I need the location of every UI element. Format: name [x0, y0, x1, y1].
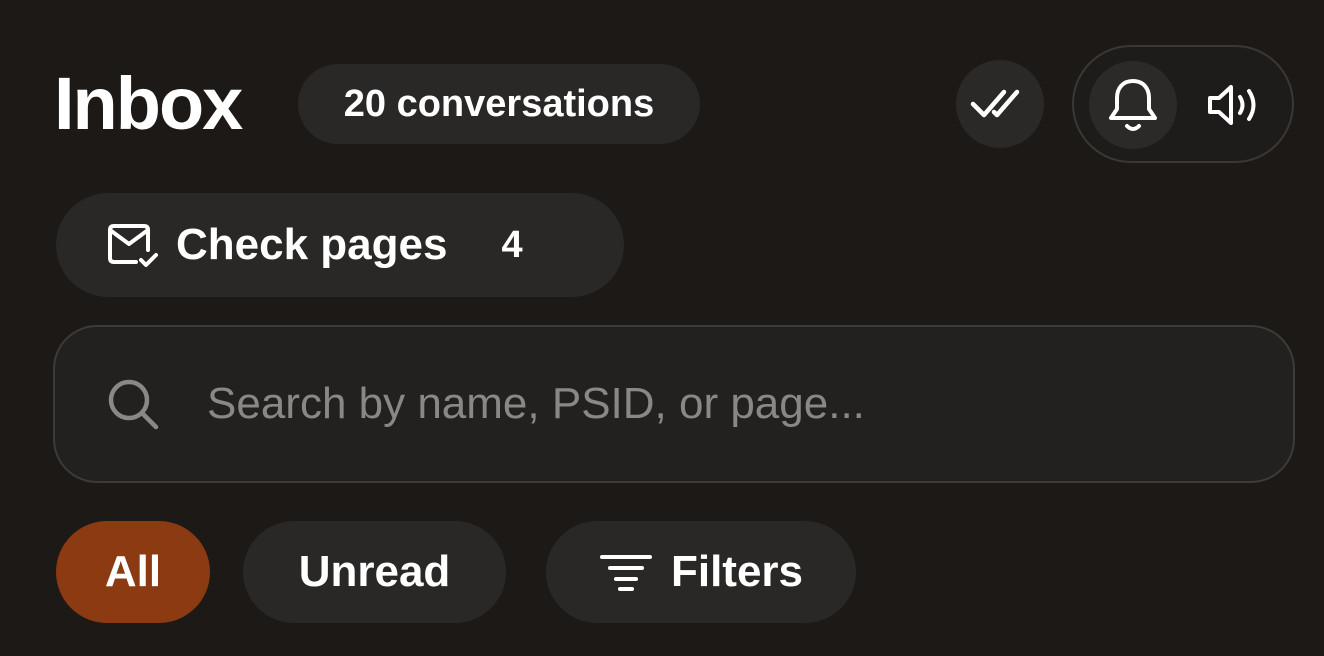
check-pages-button[interactable]: Check pages 4 [56, 193, 624, 297]
inbox-panel: Inbox 20 conversations Check pages 4 Sea… [0, 0, 1324, 656]
conversation-count-badge: 20 conversations [298, 64, 700, 144]
double-check-icon [970, 84, 1030, 124]
mail-check-icon [106, 222, 160, 268]
search-input[interactable] [205, 373, 1293, 435]
mark-all-read-button[interactable] [956, 60, 1044, 148]
sound-toggle[interactable] [1192, 61, 1280, 149]
speaker-icon [1206, 82, 1266, 128]
check-pages-count: 4 [501, 223, 523, 266]
notifications-toggle[interactable] [1089, 61, 1177, 149]
filter-lines-icon [599, 552, 653, 592]
filters-button[interactable]: Filters [546, 521, 856, 623]
filters-label: Filters [670, 547, 804, 596]
search-icon [105, 376, 161, 432]
bell-icon [1106, 76, 1160, 134]
search-bar [53, 325, 1295, 483]
filter-chip-all[interactable]: All [56, 521, 210, 623]
check-pages-label: Check pages [176, 220, 448, 269]
filter-chip-unread[interactable]: Unread [243, 521, 506, 623]
alert-toggle-group [1072, 45, 1294, 163]
page-title: Inbox [54, 62, 243, 145]
